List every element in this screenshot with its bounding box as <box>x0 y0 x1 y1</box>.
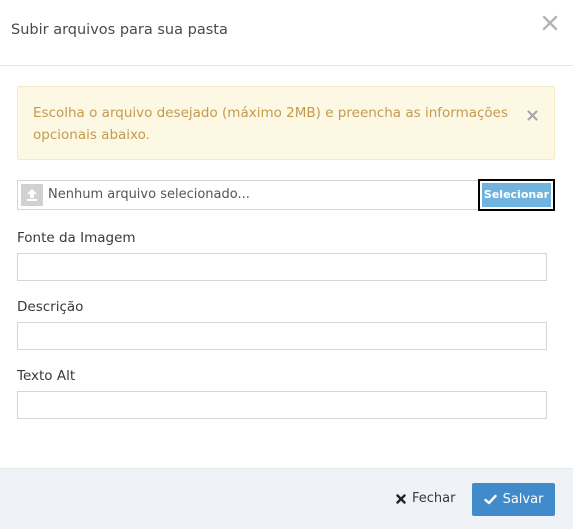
close-button-label: Fechar <box>412 491 456 506</box>
close-button[interactable]: Fechar <box>396 491 455 506</box>
image-source-label: Fonte da Imagem <box>17 230 136 246</box>
modal-title: Subir arquivos para sua pasta <box>11 22 228 38</box>
alert-close-icon[interactable] <box>527 106 538 121</box>
upload-icon <box>21 184 43 206</box>
close-icon[interactable] <box>541 14 559 32</box>
modal-footer: Fechar Salvar <box>0 468 573 529</box>
alt-text-field[interactable] <box>17 391 547 419</box>
save-button[interactable]: Salvar <box>472 483 555 516</box>
check-icon <box>483 494 497 505</box>
modal-header: Subir arquivos para sua pasta <box>0 0 573 66</box>
description-field[interactable] <box>17 322 547 350</box>
alert-message: Escolha o arquivo desejado (máximo 2MB) … <box>33 105 509 143</box>
file-placeholder: Nenhum arquivo selecionado... <box>48 187 250 202</box>
select-file-button[interactable]: Selecionar <box>482 183 551 207</box>
file-input[interactable]: Nenhum arquivo selecionado... Selecionar <box>17 179 555 211</box>
upload-modal: Subir arquivos para sua pasta Escolha o … <box>0 0 573 529</box>
info-alert: Escolha o arquivo desejado (máximo 2MB) … <box>17 86 555 160</box>
image-source-field[interactable] <box>17 253 547 281</box>
save-button-label: Salvar <box>502 492 544 507</box>
select-button-focus-frame: Selecionar <box>478 179 555 211</box>
description-label: Descrição <box>17 299 84 315</box>
alt-text-label: Texto Alt <box>17 368 76 384</box>
times-icon <box>396 493 406 504</box>
